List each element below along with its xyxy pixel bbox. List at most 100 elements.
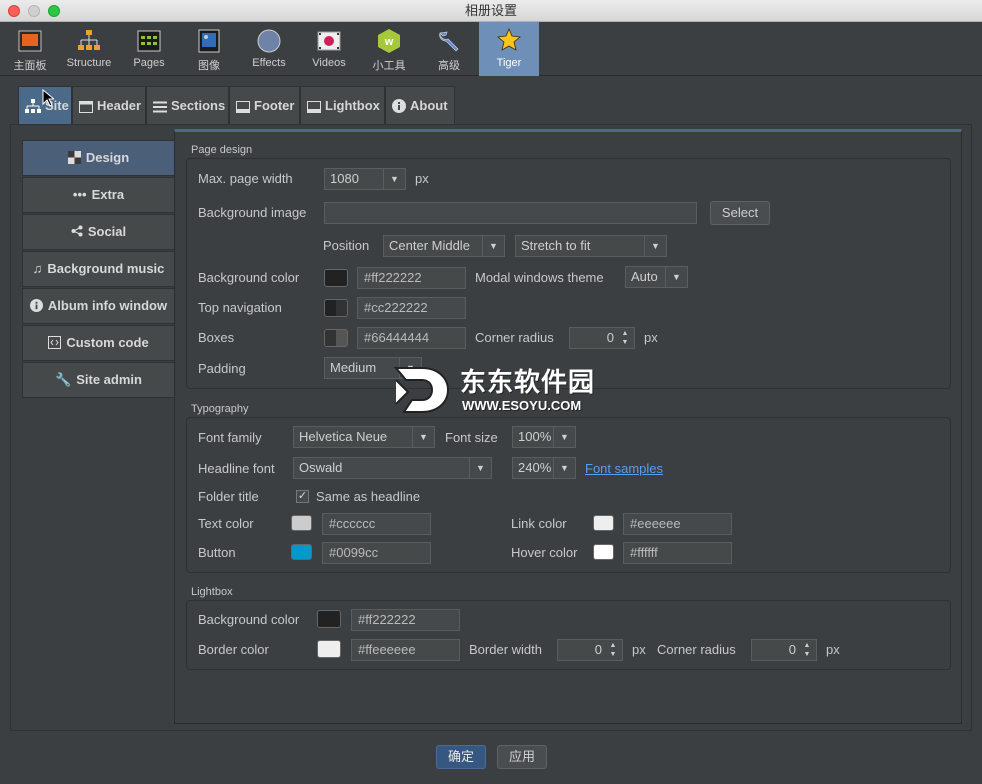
toolbar-advanced[interactable]: 高级 — [419, 22, 479, 76]
toolbar-effects[interactable]: Effects — [239, 22, 299, 76]
select-button[interactable]: Select — [710, 201, 770, 225]
share-icon — [71, 225, 83, 237]
modal-theme-label: Modal windows theme — [475, 270, 604, 285]
videos-icon — [317, 31, 341, 51]
toolbar: 主面板 Structure Pages 图像 Effects Videos w … — [0, 22, 982, 76]
hover-color-swatch[interactable] — [593, 544, 614, 560]
border-color-field[interactable]: #ffeeeeee — [351, 639, 460, 661]
font-size-combo[interactable]: 100% ▼ — [512, 426, 576, 448]
text-color-label: Text color — [198, 516, 254, 531]
bg-image-label: Background image — [198, 205, 307, 220]
mouse-cursor-icon — [42, 89, 54, 107]
sidebar-item-site-admin[interactable]: 🔧 Site admin — [22, 362, 175, 398]
hover-color-field[interactable]: #ffffff — [623, 542, 732, 564]
window-title: 相册设置 — [464, 3, 517, 18]
watermark-logo-icon — [393, 367, 450, 413]
sidebar-item-album-info[interactable]: Album info window — [22, 288, 175, 324]
apply-button[interactable]: 应用 — [497, 745, 547, 769]
text-color-swatch[interactable] — [291, 515, 312, 531]
bg-color-field[interactable]: #ff222222 — [357, 267, 466, 289]
text-color-field[interactable]: #cccccc — [322, 513, 431, 535]
headline-size-combo[interactable]: 240% ▼ — [512, 457, 576, 479]
top-nav-field[interactable]: #cc222222 — [357, 297, 466, 319]
dashboard-icon — [18, 30, 42, 52]
watermark-url: WWW.ESOYU.COM — [462, 398, 582, 413]
footer-icon — [236, 101, 250, 113]
headline-font-combo[interactable]: Oswald ▼ — [293, 457, 492, 479]
wrench-icon: 🔧 — [55, 372, 72, 387]
close-window-button[interactable] — [8, 5, 20, 17]
corner-radius-label: Corner radius — [475, 330, 554, 345]
lightbox-bg-label: Background color — [198, 612, 300, 627]
bg-image-field[interactable] — [324, 202, 697, 224]
lightbox-corner-spinner[interactable]: 0 ▲ ▼ — [751, 639, 817, 661]
tab-lightbox[interactable]: Lightbox — [300, 86, 385, 124]
border-color-swatch[interactable] — [317, 640, 341, 658]
boxes-field[interactable]: #66444444 — [357, 327, 466, 349]
lightbox-corner-label: Corner radius — [657, 642, 736, 657]
sidebar-item-design[interactable]: Design — [22, 140, 175, 176]
border-color-label: Border color — [198, 642, 269, 657]
modal-theme-combo[interactable]: Auto ▼ — [625, 266, 688, 288]
font-samples-link[interactable]: Font samples — [585, 461, 663, 476]
image-icon — [198, 29, 220, 53]
max-width-combo[interactable]: 1080 ▼ — [324, 168, 406, 190]
lightbox-icon — [307, 101, 321, 113]
lightbox-bg-field[interactable]: #ff222222 — [351, 609, 460, 631]
button-color-field[interactable]: #0099cc — [322, 542, 431, 564]
corner-radius-spinner[interactable]: 0 ▲ ▼ — [569, 327, 635, 349]
zoom-window-button[interactable] — [48, 5, 60, 17]
toolbar-tiger[interactable]: Tiger — [479, 22, 539, 76]
tab-sections[interactable]: Sections — [146, 86, 229, 124]
window-titlebar: 相册设置 — [0, 0, 982, 22]
same-as-headline-checkbox[interactable]: ✓ — [296, 490, 309, 503]
header-icon — [79, 101, 93, 113]
info-icon — [29, 299, 43, 312]
link-color-swatch[interactable] — [593, 515, 614, 531]
button-color-label: Button — [198, 545, 236, 560]
toolbar-image[interactable]: 图像 — [179, 22, 239, 76]
border-width-label: Border width — [469, 642, 542, 657]
stepper-icon: ▲ ▼ — [621, 330, 629, 346]
sidebar-item-custom-code[interactable]: Custom code — [22, 325, 175, 361]
position-label: Position — [323, 238, 370, 253]
padding-label: Padding — [198, 361, 246, 376]
chevron-down-icon: ▼ — [469, 458, 491, 478]
tab-header[interactable]: Header — [72, 86, 146, 124]
stretch-combo[interactable]: Stretch to fit ▼ — [515, 235, 667, 257]
tab-footer[interactable]: Footer — [229, 86, 300, 124]
max-width-unit: px — [415, 171, 429, 186]
link-color-field[interactable]: #eeeeee — [623, 513, 732, 535]
minimize-window-button[interactable] — [28, 5, 40, 17]
structure-icon — [78, 30, 100, 50]
tiger-icon — [497, 28, 521, 51]
font-family-combo[interactable]: Helvetica Neue ▼ — [293, 426, 435, 448]
top-nav-swatch[interactable] — [324, 299, 348, 317]
bg-color-swatch[interactable] — [324, 269, 348, 287]
font-size-label: Font size — [445, 430, 498, 445]
tab-about[interactable]: About — [385, 86, 455, 124]
ok-button[interactable]: 确定 — [436, 745, 486, 769]
toolbar-widget[interactable]: w 小工具 — [359, 22, 419, 76]
boxes-swatch[interactable] — [324, 329, 348, 347]
toolbar-dashboard[interactable]: 主面板 — [0, 22, 60, 76]
toolbar-videos[interactable]: Videos — [299, 22, 359, 76]
button-color-swatch[interactable] — [291, 544, 312, 560]
lightbox-bg-swatch[interactable] — [317, 610, 341, 628]
stepper-icon: ▲ ▼ — [803, 642, 811, 658]
svg-text:w: w — [384, 36, 394, 48]
folder-title-label: Folder title — [198, 489, 259, 504]
sitemap-icon — [25, 99, 41, 113]
watermark: 东东软件园 WWW.ESOYU.COM — [390, 360, 600, 420]
toolbar-structure[interactable]: Structure — [59, 22, 119, 76]
chevron-down-icon: ▼ — [553, 427, 575, 447]
sidebar-item-background-music[interactable]: ♫ Background music — [22, 251, 175, 287]
toolbar-pages[interactable]: Pages — [119, 22, 179, 76]
sidebar-item-extra[interactable]: ••• Extra — [22, 177, 175, 213]
border-width-spinner[interactable]: 0 ▲ ▼ — [557, 639, 623, 661]
stepper-icon: ▲ ▼ — [609, 642, 617, 658]
chevron-down-icon: ▼ — [644, 236, 666, 256]
sidebar-item-social[interactable]: Social — [22, 214, 175, 250]
position-combo[interactable]: Center Middle ▼ — [383, 235, 505, 257]
chevron-down-icon: ▼ — [665, 267, 687, 287]
